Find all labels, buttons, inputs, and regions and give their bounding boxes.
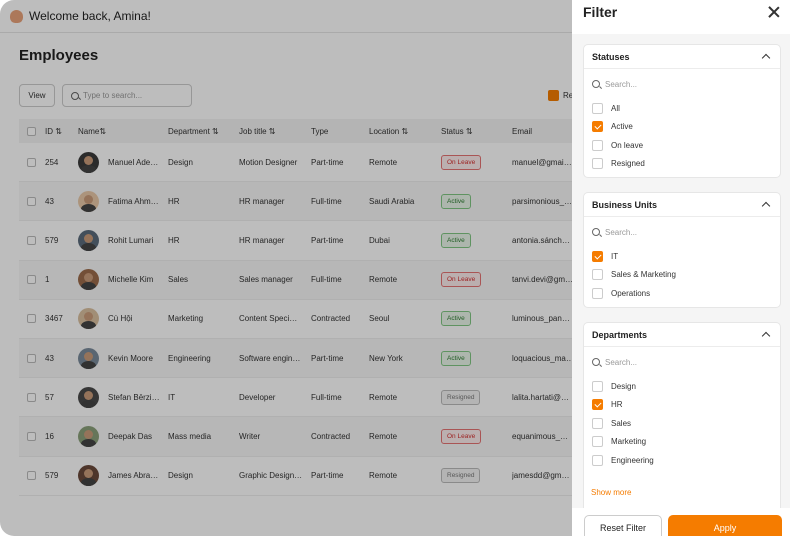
search-icon (592, 80, 600, 88)
chevron-up-icon (761, 53, 771, 63)
statuses-header[interactable]: Statuses (584, 45, 780, 69)
statuses-title: Statuses (592, 51, 630, 62)
filter-option-business-units[interactable]: Sales & Marketing (584, 266, 780, 285)
filter-option-business-units[interactable]: IT (584, 247, 780, 266)
business-units-header[interactable]: Business Units (584, 193, 780, 217)
filter-body: Statuses Search... All Active On leave Resi… (572, 34, 790, 508)
business-units-search-input[interactable]: Search... (584, 217, 780, 247)
filter-option-statuses[interactable]: Resigned (584, 155, 780, 174)
checkbox[interactable] (592, 436, 603, 448)
option-label: Engineering (611, 455, 654, 465)
filter-option-departments[interactable]: Sales (584, 414, 780, 433)
business-units-title: Business Units (592, 199, 658, 210)
option-label: Design (611, 381, 636, 391)
filter-panel: Filter Statuses Search... All Active On le… (572, 0, 790, 536)
close-icon[interactable] (768, 6, 780, 18)
search-placeholder: Search... (605, 357, 638, 367)
checkbox[interactable] (592, 417, 603, 429)
search-icon (592, 358, 600, 366)
filter-option-departments[interactable]: Engineering (584, 451, 780, 470)
checkbox[interactable] (592, 121, 603, 133)
checkbox[interactable] (592, 269, 603, 281)
modal-overlay[interactable] (0, 0, 572, 536)
departments-header[interactable]: Departments (584, 323, 780, 347)
checkbox[interactable] (592, 102, 603, 114)
filter-option-departments[interactable]: HR (584, 396, 780, 415)
filter-option-statuses[interactable]: Active (584, 118, 780, 137)
checkbox[interactable] (592, 399, 603, 411)
search-icon (592, 228, 600, 236)
search-placeholder: Search... (605, 227, 638, 237)
checkbox[interactable] (592, 139, 603, 151)
departments-section: Departments Search... Design HR Sales Marke… (583, 322, 781, 508)
show-more-link[interactable]: Show more (591, 488, 631, 497)
option-label: Operations (611, 288, 651, 298)
search-placeholder: Search... (605, 79, 638, 89)
checkbox[interactable] (592, 454, 603, 466)
chevron-up-icon (761, 201, 771, 211)
filter-option-departments[interactable]: Marketing (584, 433, 780, 452)
reset-filter-button[interactable]: Reset Filter (584, 515, 662, 536)
option-label: Sales (611, 418, 632, 428)
option-label: IT (611, 251, 619, 261)
option-label: On leave (611, 140, 644, 150)
checkbox[interactable] (592, 250, 603, 262)
checkbox[interactable] (592, 380, 603, 392)
option-label: Marketing (611, 437, 647, 447)
apply-button[interactable]: Apply (668, 515, 782, 536)
departments-title: Departments (592, 329, 648, 340)
filter-option-statuses[interactable]: On leave (584, 136, 780, 155)
option-label: Active (611, 122, 633, 132)
filter-option-business-units[interactable]: Operations (584, 284, 780, 303)
checkbox[interactable] (592, 287, 603, 299)
option-label: Resigned (611, 159, 645, 169)
option-label: Sales & Marketing (611, 270, 676, 280)
filter-title: Filter (583, 4, 618, 20)
option-label: All (611, 103, 620, 113)
statuses-section: Statuses Search... All Active On leave Resi… (583, 44, 781, 178)
option-label: HR (611, 400, 623, 410)
departments-search-input[interactable]: Search... (584, 347, 780, 377)
checkbox[interactable] (592, 158, 603, 170)
filter-option-statuses[interactable]: All (584, 99, 780, 118)
chevron-up-icon (761, 331, 771, 341)
business-units-section: Business Units Search... IT Sales & Marke… (583, 192, 781, 308)
filter-option-departments[interactable]: Design (584, 377, 780, 396)
statuses-search-input[interactable]: Search... (584, 69, 780, 99)
